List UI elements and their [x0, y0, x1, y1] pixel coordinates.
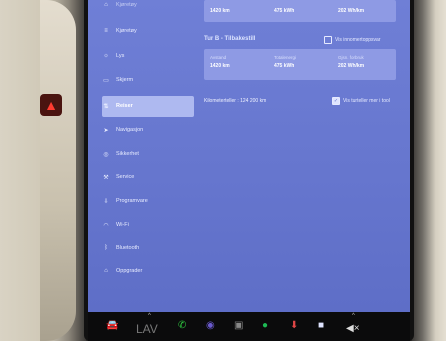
sidebar-item-skjerm[interactable]: ▭ Skjerm [102, 71, 133, 89]
wifi-icon: ◠ [103, 222, 109, 229]
interior-trim-left: ▲ [0, 0, 86, 341]
trip-b-avg: 202 Wh/km [338, 63, 365, 69]
upgrade-icon: ⌂ [104, 268, 108, 274]
sidebar-item-reiser[interactable]: ⇅ Reiser [102, 97, 132, 115]
trip-b-avg-label: Gjsn. forbruk [338, 55, 364, 60]
trips-icon: ⇅ [103, 103, 109, 110]
checkbox-checked[interactable]: ✓ [332, 97, 340, 105]
trips-content: 1420 km 475 kWh 202 Wh/km Tur B - Tilbak… [204, 0, 402, 312]
display-icon: ▭ [103, 77, 109, 84]
sidebar-item-navigasjon[interactable]: ➤ Navigasjon [102, 121, 143, 139]
sidebar-item-oppgrader[interactable]: ⌂ Oppgrader [102, 262, 142, 280]
wrench-icon: ⚒ [103, 174, 109, 181]
odometer-option[interactable]: ✓ Vis turteller mer i tool [332, 97, 390, 105]
download-icon[interactable]: ⬇ [290, 320, 298, 332]
camera-icon[interactable]: ▣ [234, 320, 243, 332]
trip-b-title[interactable]: Tur B - Tilbakestill [204, 36, 255, 42]
light-icon: ☼ [103, 53, 109, 59]
interior-trim-right [412, 0, 446, 341]
chevron-up-icon-volume[interactable]: ^ [352, 313, 355, 319]
car-icon: ≡ [104, 28, 108, 34]
hazard-button[interactable]: ▲ [40, 94, 62, 116]
car-icon: ⌂ [104, 2, 108, 8]
odometer-readout: Kilometerteller : 124 200 km [204, 98, 267, 104]
trip-a-distance: 1420 km [210, 8, 230, 14]
trip-a-energy: 475 kWh [274, 8, 295, 14]
car-icon[interactable]: 🚘 [106, 320, 118, 332]
trip-b-distance-label: Avstand [210, 55, 227, 60]
download-icon: ⇩ [103, 198, 109, 205]
chevron-up-icon[interactable]: ^ [148, 313, 151, 319]
trip-b-distance: 1420 km [210, 63, 230, 69]
trip-b-panel: Avstand 1420 km Totalenergi 475 kWh Gjsn… [204, 49, 396, 80]
lock-icon: ◎ [103, 151, 109, 158]
sidebar-item-service[interactable]: ⚒ Service [102, 168, 134, 186]
trip-b-energy-label: Totalenergi [274, 55, 297, 60]
sidebar-item-programvare[interactable]: ⇩ Programvare [102, 192, 147, 210]
sidebar-item-wifi[interactable]: ◠ Wi-Fi [102, 216, 128, 234]
app-icon[interactable]: ■ [318, 320, 324, 332]
sidebar-item-kjoretoy-top[interactable]: ⌂ Kjøretøy [102, 0, 137, 14]
climate-temp[interactable]: LAV [136, 323, 158, 335]
trip-a-panel: 1420 km 475 kWh 202 Wh/km [204, 0, 396, 22]
navigation-icon: ➤ [103, 127, 109, 134]
touchscreen: ⌂ Kjøretøy ≡ Kjøretøy ☼ Lys ▭ Skjerm ⇅ R… [88, 0, 410, 312]
sidebar-item-lys[interactable]: ☼ Lys [102, 47, 124, 65]
spotify-icon[interactable]: ● [262, 320, 268, 332]
trip-b-option[interactable]: Vis innomertoppsvar [324, 36, 381, 44]
sidebar-item-kjoretoy[interactable]: ≡ Kjøretøy [102, 22, 137, 40]
settings-sidebar: ⌂ Kjøretøy ≡ Kjøretøy ☼ Lys ▭ Skjerm ⇅ R… [88, 0, 196, 312]
volume-icon[interactable]: ◀× [346, 323, 360, 335]
taskbar: 🚘 ^ LAV ✆ ◉ ▣ ● ⬇ ■ ^ ◀× [88, 312, 410, 341]
checkbox[interactable] [324, 36, 332, 44]
hazard-icon: ▲ [44, 97, 58, 113]
bluetooth-icon: ᛒ [104, 245, 108, 251]
seat-trim [40, 0, 76, 341]
sidebar-item-sikkerhet[interactable]: ◎ Sikkerhet [102, 145, 139, 163]
trip-a-avg: 202 Wh/km [338, 8, 365, 14]
phone-icon[interactable]: ✆ [178, 320, 186, 332]
sidebar-item-bluetooth[interactable]: ᛒ Bluetooth [102, 239, 139, 257]
browser-icon[interactable]: ◉ [206, 320, 215, 332]
trip-b-energy: 475 kWh [274, 63, 295, 69]
